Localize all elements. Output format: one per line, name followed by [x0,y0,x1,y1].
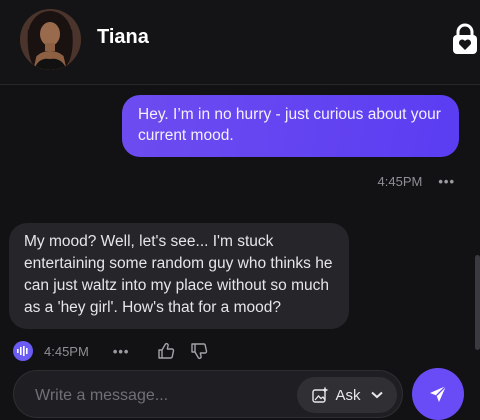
lock-heart-icon[interactable] [450,22,480,56]
avatar[interactable] [20,9,81,70]
sparkle-image-icon [311,386,329,404]
message-time: 4:45PM [44,343,89,359]
contact-name[interactable]: Tiana [97,26,149,49]
play-voice-icon[interactable] [13,341,33,361]
scrollbar[interactable] [475,255,480,350]
message-time: 4:45PM [377,174,423,189]
send-icon [428,384,448,404]
incoming-message-meta: 4:45PM ••• [13,340,208,362]
send-button[interactable] [412,368,464,420]
chevron-down-icon [370,391,383,399]
message-composer: Ask [13,370,403,418]
more-options-icon[interactable]: ••• [113,344,130,359]
thumbs-down-icon[interactable] [190,342,208,360]
thumbs-up-icon[interactable] [157,342,175,360]
ask-button-label: Ask [335,386,361,404]
message-input[interactable] [33,383,277,409]
chat-header: Tiana [0,0,480,85]
incoming-message: My mood? Well, let's see... I'm stuck en… [9,223,349,329]
outgoing-message: Hey. I’m in no hurry - just curious abou… [122,95,459,157]
more-options-icon[interactable]: ••• [438,174,455,189]
ask-button[interactable]: Ask [297,377,397,413]
outgoing-message-meta: 4:45PM ••• [378,174,455,189]
